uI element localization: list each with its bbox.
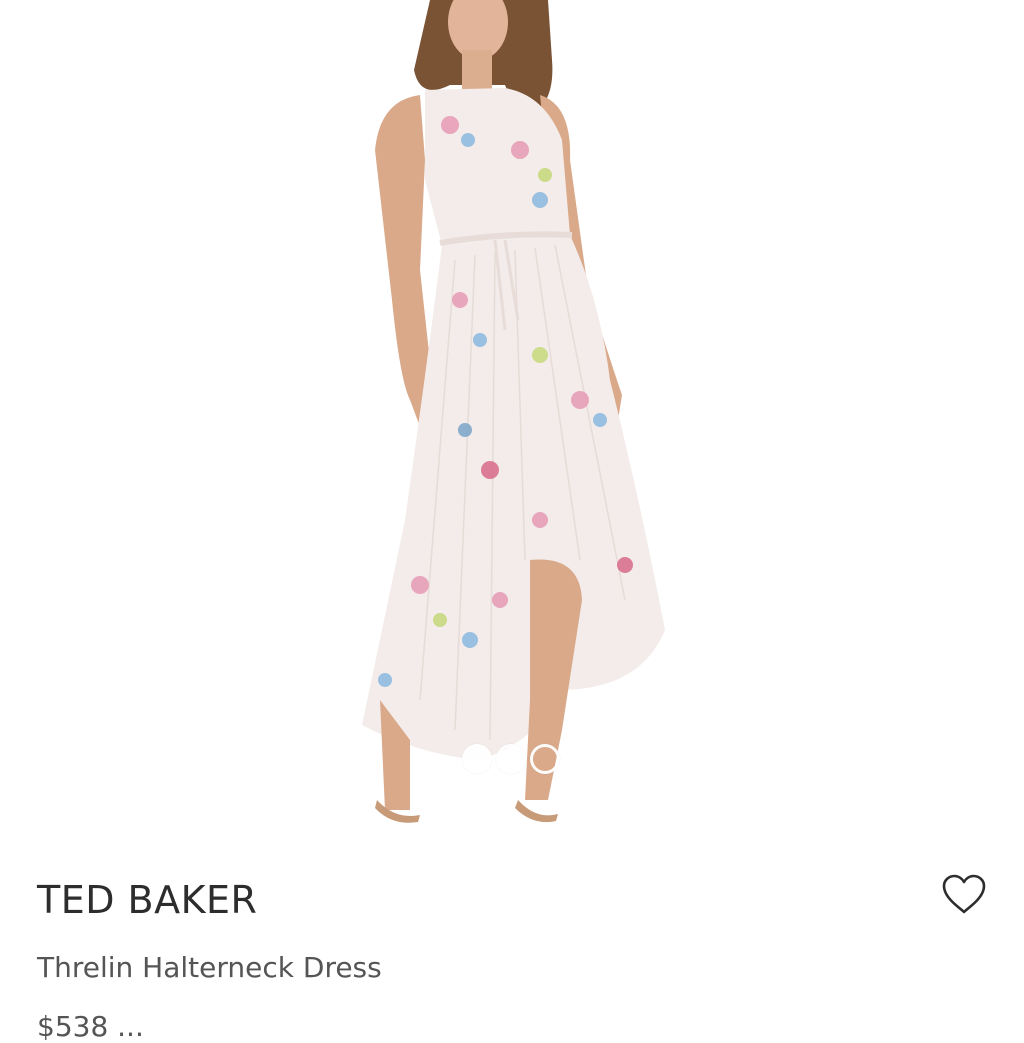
model-dress-illustration [362, 0, 665, 823]
product-image[interactable] [0, 0, 1024, 835]
heart-outline-icon [942, 874, 986, 914]
product-title: Threlin Halterneck Dress [37, 951, 382, 984]
gallery-pagination [462, 744, 560, 774]
gallery-dot[interactable] [496, 744, 526, 774]
gallery-dot[interactable] [530, 744, 560, 774]
product-price: $538 ... [37, 1010, 144, 1043]
gallery-dot[interactable] [462, 744, 492, 774]
brand-name[interactable]: TED BAKER [37, 878, 257, 922]
wishlist-button[interactable] [940, 872, 988, 916]
